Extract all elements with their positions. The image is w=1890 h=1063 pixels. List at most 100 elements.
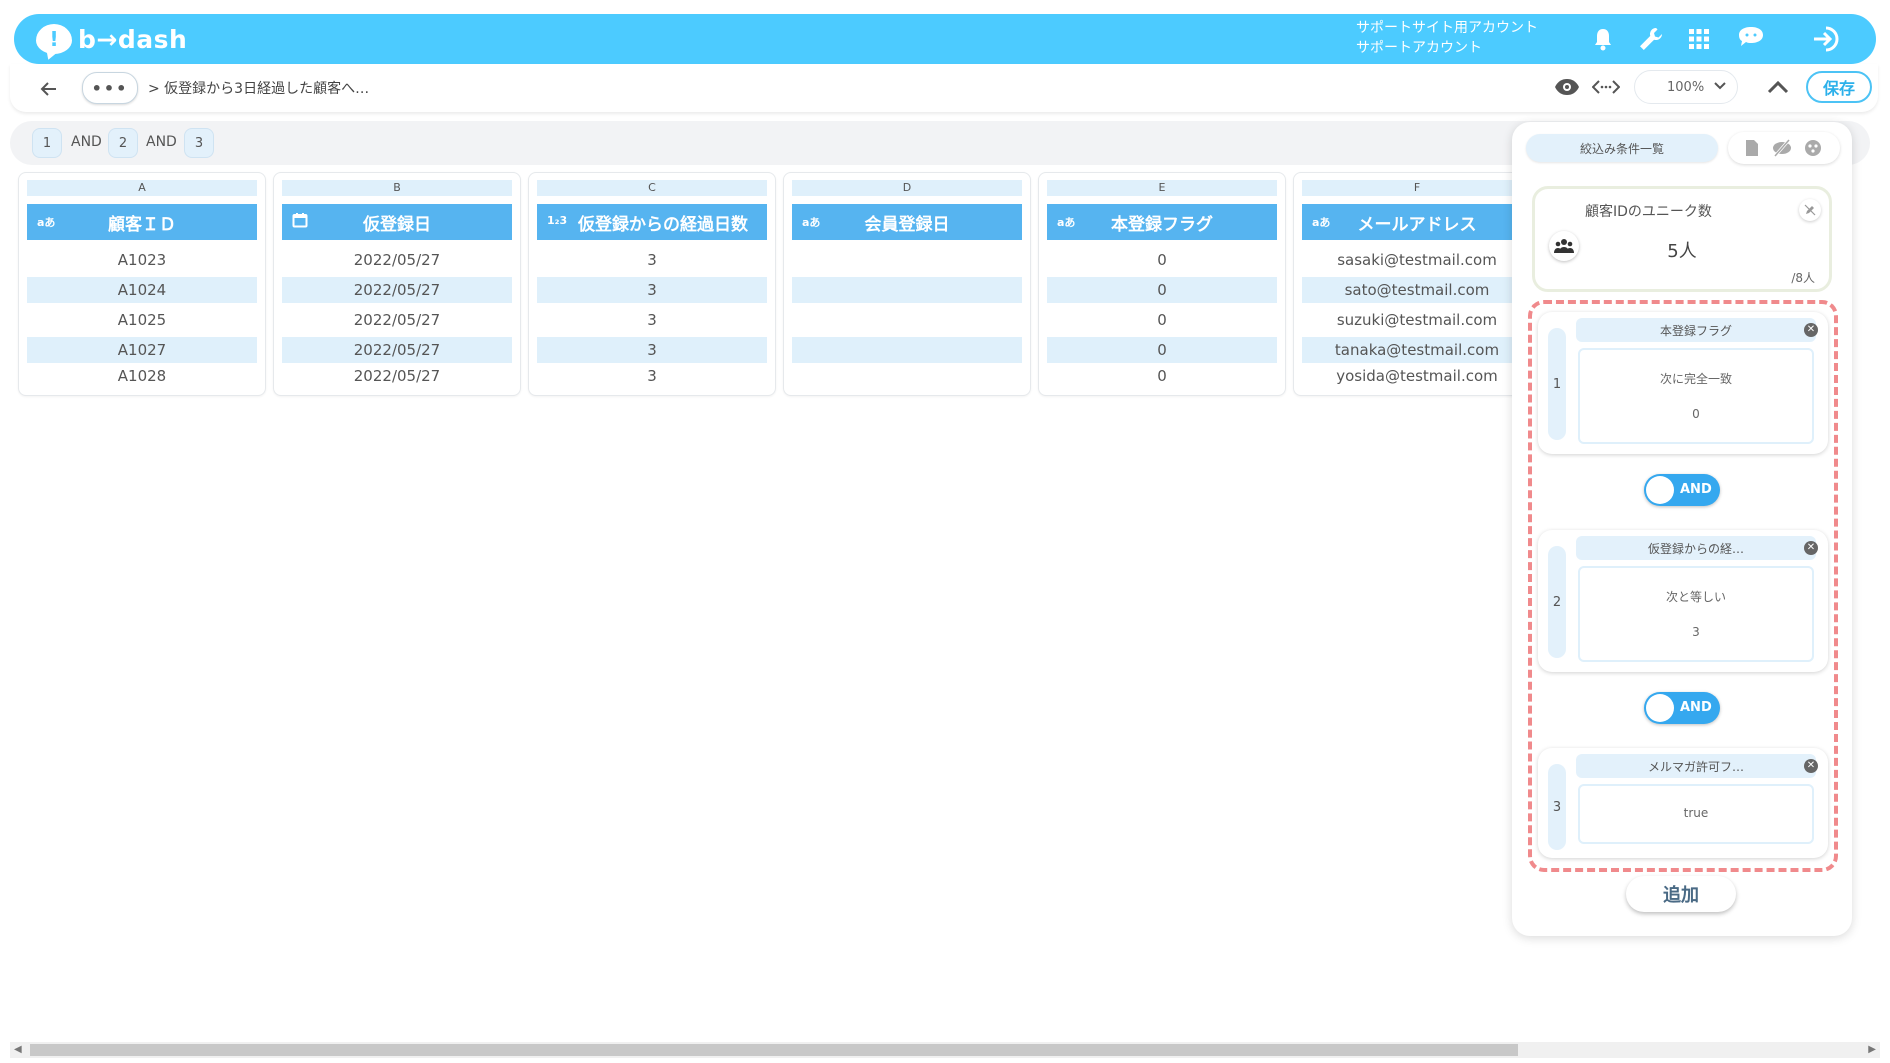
condition-field-name[interactable]: 本登録フラグ [1576, 318, 1816, 342]
table-cell: A1024 [27, 277, 257, 303]
add-condition-button[interactable]: 追加 [1626, 876, 1736, 912]
condition-field-name[interactable]: メルマガ許可フ… [1576, 754, 1816, 778]
settings-circle-icon[interactable] [1804, 139, 1822, 161]
data-column-d[interactable]: D aあ 会員登録日 [783, 172, 1031, 396]
panel-toolbar [1728, 132, 1840, 164]
text-type-icon: aあ [37, 216, 56, 229]
condition-body[interactable]: 次に完全一致 0 [1578, 348, 1814, 444]
logout-icon[interactable] [1812, 24, 1842, 54]
zoom-select[interactable]: 100% [1634, 70, 1738, 104]
condition-field-name[interactable]: 仮登録からの経… [1576, 536, 1816, 560]
unique-count-title: 顧客IDのユニーク数 [1585, 204, 1712, 220]
column-header[interactable]: aあ メールアドレス [1302, 204, 1532, 240]
column-letter: D [792, 180, 1022, 196]
condition-body[interactable]: 次と等しい 3 [1578, 566, 1814, 662]
column-header[interactable]: aあ 顧客ＩＤ [27, 204, 257, 240]
unique-count-total: /8人 [1791, 271, 1815, 285]
table-cell [792, 277, 1022, 303]
filter-and-label: AND [146, 134, 177, 150]
save-button[interactable]: 保存 [1806, 71, 1872, 103]
column-header[interactable]: aあ 会員登録日 [792, 204, 1022, 240]
table-cell [792, 247, 1022, 273]
visibility-off-icon[interactable] [1772, 139, 1792, 161]
table-cell: suzuki@testmail.com [1336, 311, 1498, 329]
table-cell [792, 337, 1022, 363]
scroll-right-icon[interactable]: ▶ [1868, 1044, 1876, 1055]
close-icon[interactable]: ✕ [1804, 759, 1818, 773]
code-view-icon[interactable] [1591, 78, 1621, 100]
filter-condition-card[interactable]: 3 メルマガ許可フ… ✕ true [1538, 748, 1828, 858]
table-cell: A1028 [117, 367, 167, 385]
unique-count-value: 5人 [1667, 241, 1697, 262]
logo-text: b→dash [78, 24, 188, 54]
condition-value: 3 [1692, 625, 1700, 639]
close-icon[interactable]: ✕ [1804, 541, 1818, 555]
text-type-icon: aあ [1312, 216, 1331, 229]
table-cell: tanaka@testmail.com [1302, 337, 1532, 363]
column-letter: B [282, 180, 512, 196]
and-toggle-label: AND [1680, 482, 1712, 497]
edit-off-icon[interactable] [1799, 199, 1821, 221]
table-cell: 2022/05/27 [282, 337, 512, 363]
condition-operator: 次に完全一致 [1659, 372, 1732, 386]
bell-icon[interactable] [1588, 24, 1618, 54]
condition-number: 3 [1548, 764, 1566, 850]
table-cell: 2022/05/27 [353, 251, 441, 269]
scroll-left-icon[interactable]: ◀ [14, 1044, 22, 1055]
and-toggle[interactable]: AND [1644, 474, 1720, 506]
eye-icon[interactable] [1554, 78, 1580, 100]
chevron-down-icon [1713, 79, 1727, 97]
data-column-c[interactable]: C 1₂3 仮登録からの経過日数 3 3 3 3 3 [528, 172, 776, 396]
filter-chip-3[interactable]: 3 [184, 128, 214, 158]
filter-chip-2[interactable]: 2 [108, 128, 138, 158]
table-cell: 3 [647, 367, 657, 385]
close-icon[interactable]: ✕ [1804, 323, 1818, 337]
table-cell [792, 307, 1022, 333]
and-toggle[interactable]: AND [1644, 692, 1720, 724]
support-chat-icon[interactable] [1736, 24, 1766, 54]
data-column-f[interactable]: F aあ メールアドレス sasaki@testmail.com sato@te… [1293, 172, 1541, 396]
column-name: 本登録フラグ [1111, 214, 1213, 235]
document-icon[interactable] [1744, 139, 1760, 161]
more-options-button[interactable]: ••• [82, 72, 138, 104]
chevron-up-icon[interactable] [1766, 78, 1790, 100]
wrench-icon[interactable] [1636, 24, 1666, 54]
column-letter: F [1302, 180, 1532, 196]
scrollbar-thumb[interactable] [30, 1044, 1518, 1056]
table-cell: 2022/05/27 [353, 367, 441, 385]
data-column-e[interactable]: E aあ 本登録フラグ 0 0 0 0 0 [1038, 172, 1286, 396]
text-type-icon: aあ [1057, 216, 1076, 229]
column-letter: E [1047, 180, 1277, 196]
table-cell: 3 [647, 311, 657, 329]
filter-list-tab[interactable]: 絞込み条件一覧 [1526, 134, 1718, 162]
filter-condition-card[interactable]: 2 仮登録からの経… ✕ 次と等しい 3 [1538, 530, 1828, 672]
table-cell: yosida@testmail.com [1336, 367, 1498, 385]
filter-chip-1[interactable]: 1 [32, 128, 62, 158]
column-name: メールアドレス [1357, 214, 1477, 235]
data-column-b[interactable]: B 仮登録日 2022/05/27 2022/05/27 2022/05/27 … [273, 172, 521, 396]
zoom-value: 100% [1667, 79, 1705, 95]
column-letter: A [27, 180, 257, 196]
condition-value: 0 [1692, 407, 1700, 421]
back-arrow-icon[interactable] [38, 78, 60, 100]
app-logo[interactable]: ! b→dash [36, 20, 187, 58]
table-cell [792, 363, 1022, 389]
app-header: ! b→dash サポートサイト用アカウント サポートアカウント [14, 14, 1876, 64]
account-info[interactable]: サポートサイト用アカウント サポートアカウント [1356, 18, 1538, 58]
table-cell: 3 [537, 277, 767, 303]
table-cell: A1027 [27, 337, 257, 363]
horizontal-scrollbar[interactable]: ◀ ▶ [10, 1042, 1880, 1058]
column-header[interactable]: 仮登録日 [282, 204, 512, 240]
toggle-knob [1646, 694, 1674, 722]
account-name: サポートサイト用アカウント [1356, 20, 1538, 36]
apps-grid-icon[interactable] [1684, 24, 1714, 54]
table-cell: 0 [1047, 337, 1277, 363]
column-header[interactable]: 1₂3 仮登録からの経過日数 [537, 204, 767, 240]
column-header[interactable]: aあ 本登録フラグ [1047, 204, 1277, 240]
condition-number: 1 [1548, 328, 1566, 440]
condition-body[interactable]: true [1578, 784, 1814, 844]
data-column-a[interactable]: A aあ 顧客ＩＤ A1023 A1024 A1025 A1027 A1028 [18, 172, 266, 396]
column-name: 会員登録日 [864, 214, 950, 235]
filter-and-label: AND [71, 134, 102, 150]
filter-condition-card[interactable]: 1 本登録フラグ ✕ 次に完全一致 0 [1538, 312, 1828, 454]
